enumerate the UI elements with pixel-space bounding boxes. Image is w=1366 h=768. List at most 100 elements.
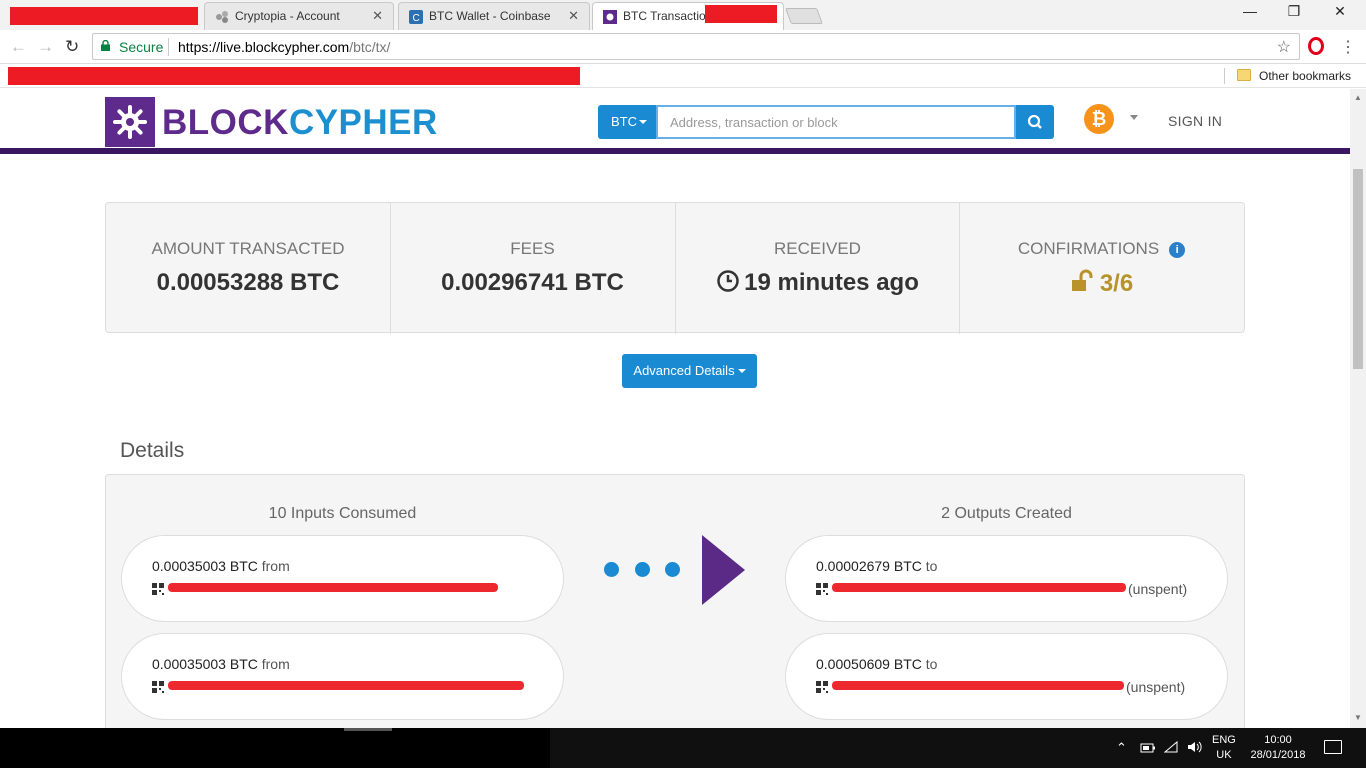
- fees-stat: FEES 0.00296741 BTC: [390, 203, 674, 334]
- dot-icon: [604, 562, 619, 577]
- scroll-down-icon[interactable]: ▼: [1354, 713, 1362, 722]
- qr-code-icon[interactable]: [152, 681, 164, 693]
- brand-logo-text[interactable]: BLOCKCYPHER: [162, 103, 438, 143]
- redacted-address: [832, 583, 1126, 592]
- qr-code-icon[interactable]: [816, 583, 828, 595]
- tab-cryptopia[interactable]: Cryptopia - Account ✕: [204, 2, 394, 30]
- tab-label: BTC Wallet - Coinbase: [429, 9, 551, 23]
- other-bookmarks-link[interactable]: Other bookmarks: [1259, 69, 1351, 83]
- amount-label: AMOUNT TRANSACTED: [151, 239, 345, 258]
- svg-text:C: C: [413, 13, 420, 24]
- info-icon[interactable]: i: [1169, 242, 1186, 258]
- menu-icon[interactable]: ⋮: [1340, 37, 1356, 57]
- folder-icon: [1237, 69, 1251, 81]
- input-item[interactable]: 0.00035003 BTC from: [121, 633, 564, 720]
- caret-down-icon: [737, 369, 746, 373]
- redacted-bookmarks: [8, 67, 580, 85]
- back-arrow-icon[interactable]: ←: [10, 37, 27, 57]
- advanced-details-button[interactable]: Advanced Details: [622, 354, 757, 388]
- search-button[interactable]: [1016, 105, 1054, 139]
- received-value: 19 minutes ago: [676, 269, 959, 297]
- output-address[interactable]: (unspent): [816, 581, 1187, 601]
- input-address[interactable]: [152, 679, 524, 699]
- amount-value: 0.00053288 BTC: [156, 269, 340, 296]
- input-item[interactable]: 0.00035003 BTC from: [121, 535, 564, 622]
- input-amount: 0.00035003 BTC from: [152, 558, 290, 574]
- inputs-heading: 10 Inputs Consumed: [268, 505, 417, 522]
- lock-icon: [101, 40, 110, 51]
- input-address[interactable]: [152, 581, 498, 601]
- search-input[interactable]: [656, 105, 1016, 139]
- close-tab-icon[interactable]: ✕: [372, 8, 383, 24]
- clock-icon: [717, 270, 739, 292]
- blockcypher-favicon-icon: [603, 10, 617, 24]
- scroll-up-icon[interactable]: ▲: [1354, 93, 1362, 102]
- output-address[interactable]: (unspent): [816, 679, 1185, 699]
- action-center-icon[interactable]: [1324, 740, 1342, 754]
- confirmations-value: 3/6: [960, 269, 1243, 298]
- redacted-tab-title: [10, 7, 198, 25]
- output-amount: 0.00050609 BTC to: [816, 656, 938, 672]
- close-window-icon[interactable]: ✕: [1318, 3, 1362, 20]
- caret-down-icon: [639, 120, 647, 124]
- unspent-status: (unspent): [1128, 581, 1188, 597]
- confirmations-stat: CONFIRMATIONS i 3/6: [959, 203, 1243, 334]
- output-item[interactable]: 0.00050609 BTC to (unspent): [785, 633, 1228, 720]
- details-panel: 10 Inputs Consumed 2 Outputs Created 0.0…: [105, 474, 1245, 728]
- show-hidden-icons-icon[interactable]: ⌃: [1116, 740, 1127, 756]
- browser-tab-strip: Cryptopia - Account ✕ C BTC Wallet - Coi…: [0, 0, 1366, 30]
- tab-coinbase[interactable]: C BTC Wallet - Coinbase ✕: [398, 2, 590, 30]
- windows-taskbar: ⌃ ENG UK 10:00 28/01/2018: [0, 728, 1366, 768]
- volume-icon[interactable]: [1186, 740, 1204, 754]
- system-clock[interactable]: 10:00 28/01/2018: [1246, 733, 1310, 763]
- transaction-summary: AMOUNT TRANSACTED 0.00053288 BTC FEES 0.…: [105, 202, 1245, 334]
- reload-icon[interactable]: ↻: [65, 37, 79, 57]
- cryptopia-favicon-icon: [216, 11, 228, 23]
- scrollbar-thumb[interactable]: [1353, 169, 1363, 369]
- received-stat: RECEIVED 19 minutes ago: [675, 203, 959, 334]
- output-item[interactable]: 0.00002679 BTC to (unspent): [785, 535, 1228, 622]
- blockcypher-logo-icon[interactable]: [105, 97, 155, 147]
- secure-label: Secure: [119, 39, 164, 55]
- tab-label: BTC Transaction: [623, 9, 713, 23]
- sign-in-link[interactable]: SIGN IN: [1168, 113, 1222, 129]
- search-icon: [1027, 114, 1042, 129]
- qr-code-icon[interactable]: [816, 681, 828, 693]
- page-content: BLOCKCYPHER BTC ₿ SIGN IN AMOUNT TRANSAC…: [0, 89, 1350, 728]
- battery-icon[interactable]: [1140, 742, 1156, 754]
- language-indicator[interactable]: ENG UK: [1212, 733, 1236, 763]
- bookmark-star-icon[interactable]: ☆: [1277, 37, 1291, 57]
- opera-extension-icon[interactable]: [1308, 37, 1324, 55]
- dot-icon: [665, 562, 680, 577]
- confirmations-label: CONFIRMATIONS i: [960, 239, 1243, 259]
- bookmarks-bar: Other bookmarks: [0, 64, 1366, 88]
- bookmarks-separator: [1224, 68, 1225, 84]
- page-scrollbar[interactable]: ▲ ▼: [1350, 89, 1366, 728]
- restore-icon[interactable]: ❐: [1272, 3, 1316, 20]
- redacted-address: [832, 681, 1124, 690]
- new-tab-button[interactable]: [785, 8, 823, 24]
- qr-code-icon[interactable]: [152, 583, 164, 595]
- dot-icon: [635, 562, 650, 577]
- minimize-icon[interactable]: —: [1228, 3, 1272, 19]
- coin-select-dropdown[interactable]: BTC: [598, 105, 656, 139]
- input-amount: 0.00035003 BTC from: [152, 656, 290, 672]
- amount-transacted-stat: AMOUNT TRANSACTED 0.00053288 BTC: [106, 203, 390, 334]
- coinbase-favicon-icon: C: [409, 10, 423, 24]
- close-tab-icon[interactable]: ✕: [568, 8, 579, 24]
- browser-toolbar: ← → ↻ Secure https://live.blockcypher.co…: [0, 30, 1366, 64]
- fees-label: FEES: [510, 239, 555, 258]
- wifi-icon[interactable]: [1164, 740, 1180, 754]
- received-label: RECEIVED: [774, 239, 861, 258]
- unlocked-padlock-icon: [1071, 269, 1093, 291]
- bitcoin-icon[interactable]: ₿: [1084, 104, 1114, 134]
- redacted-address: [168, 583, 498, 592]
- address-bar[interactable]: Secure https://live.blockcypher.com/btc/…: [92, 33, 1300, 60]
- redacted-address: [168, 681, 524, 690]
- flow-arrow-icon: [702, 535, 745, 605]
- details-heading: Details: [120, 439, 185, 462]
- redacted-tab-title: [705, 5, 777, 23]
- forward-arrow-icon[interactable]: →: [37, 37, 54, 57]
- url-separator: [168, 38, 169, 56]
- coin-dropdown-caret-icon[interactable]: [1130, 115, 1138, 120]
